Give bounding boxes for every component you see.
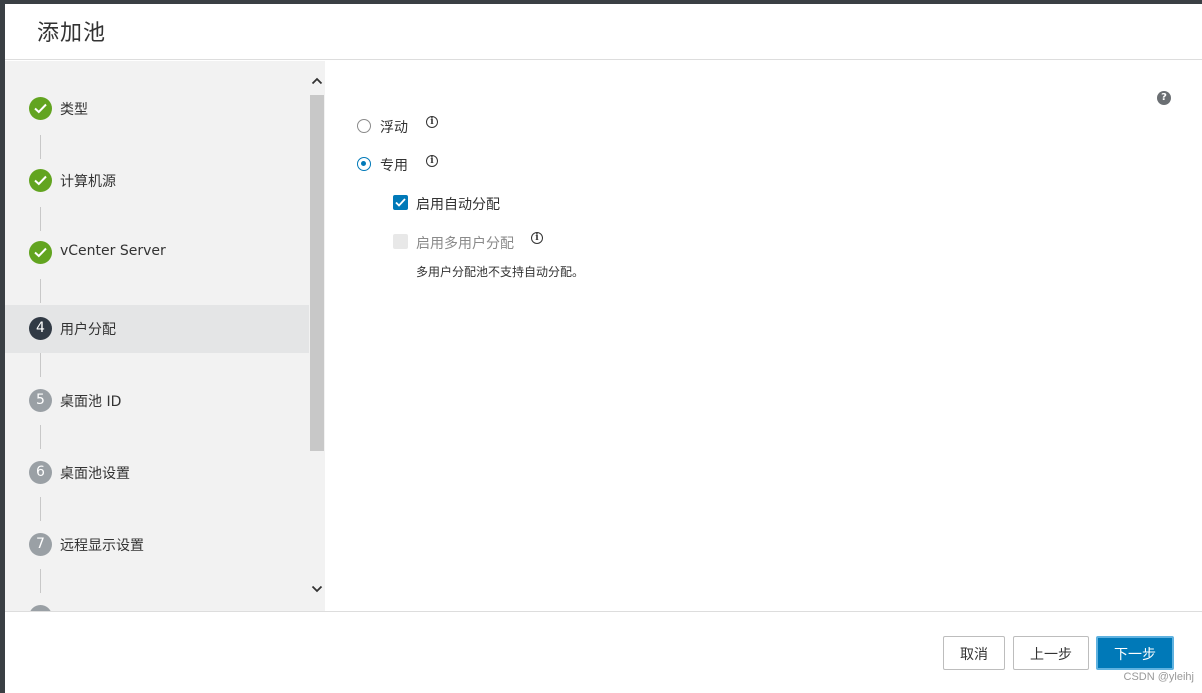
sidebar-scrollbar[interactable] — [309, 61, 325, 611]
multi-user-label: 启用多用户分配 — [416, 236, 514, 252]
auto-assign-label: 启用自动分配 — [416, 197, 500, 213]
chevron-down-icon[interactable] — [311, 583, 323, 595]
checkmark-icon — [395, 198, 406, 207]
dialog-footer: 取消 上一步 下一步 — [5, 611, 1202, 693]
step-connector — [40, 353, 41, 377]
step-label: 桌面池 ID — [60, 394, 122, 410]
step-connector — [40, 569, 41, 593]
add-pool-dialog: 添加池 类型 计算机源 vCenter Server 4 用户分配 5 桌面池 … — [5, 4, 1202, 693]
step-connector — [40, 425, 41, 449]
step-number: 7 — [29, 533, 52, 556]
step-connector — [40, 135, 41, 159]
step-label: vCenter Server — [60, 243, 166, 259]
auto-assign-checkbox[interactable] — [393, 195, 408, 210]
info-icon[interactable]: i — [531, 232, 543, 244]
watermark: CSDN @yleihj — [1123, 671, 1194, 683]
step-user-assignment[interactable]: 4 用户分配 — [5, 305, 309, 353]
step-connector — [40, 497, 41, 521]
step-vcenter-server[interactable]: vCenter Server — [5, 229, 309, 277]
step-remote-display[interactable]: 7 远程显示设置 — [5, 521, 309, 569]
step-pool-id[interactable]: 5 桌面池 ID — [5, 377, 309, 425]
dedicated-radio[interactable] — [357, 157, 371, 171]
step-type[interactable]: 类型 — [5, 85, 309, 133]
step-pool-settings[interactable]: 6 桌面池设置 — [5, 449, 309, 497]
step-connector — [40, 207, 41, 231]
step-number: 4 — [29, 317, 52, 340]
dialog-title: 添加池 — [37, 21, 107, 46]
info-icon[interactable]: i — [426, 155, 438, 167]
user-assignment-panel: ? 浮动 i 专用 i 启用自动分配 启用多用户分配 i 多用户分配池不支持自动… — [325, 61, 1202, 611]
step-label: 远程显示设置 — [60, 538, 144, 554]
next-button[interactable]: 下一步 — [1096, 636, 1174, 670]
multi-user-checkbox — [393, 234, 408, 249]
wizard-steps-sidebar: 类型 计算机源 vCenter Server 4 用户分配 5 桌面池 ID 6… — [5, 61, 309, 611]
step-connector — [40, 279, 41, 303]
check-icon — [29, 169, 52, 192]
chevron-up-icon[interactable] — [311, 75, 323, 87]
step-next-hidden[interactable] — [5, 593, 309, 611]
multi-user-note: 多用户分配池不支持自动分配。 — [416, 265, 585, 279]
check-icon — [29, 97, 52, 120]
check-icon — [29, 241, 52, 264]
step-label: 用户分配 — [60, 322, 116, 338]
step-label: 桌面池设置 — [60, 466, 130, 482]
dialog-header: 添加池 — [5, 4, 1202, 60]
cancel-button[interactable]: 取消 — [943, 636, 1005, 670]
help-icon[interactable]: ? — [1157, 91, 1171, 105]
dedicated-label: 专用 — [380, 158, 408, 174]
back-button[interactable]: 上一步 — [1013, 636, 1089, 670]
floating-radio[interactable] — [357, 119, 371, 133]
scroll-thumb[interactable] — [310, 95, 324, 451]
step-label: 类型 — [60, 102, 88, 118]
info-icon[interactable]: i — [426, 116, 438, 128]
step-label: 计算机源 — [60, 174, 116, 190]
floating-label: 浮动 — [380, 120, 408, 136]
step-number: 6 — [29, 461, 52, 484]
step-machine-source[interactable]: 计算机源 — [5, 157, 309, 205]
step-number: 5 — [29, 389, 52, 412]
